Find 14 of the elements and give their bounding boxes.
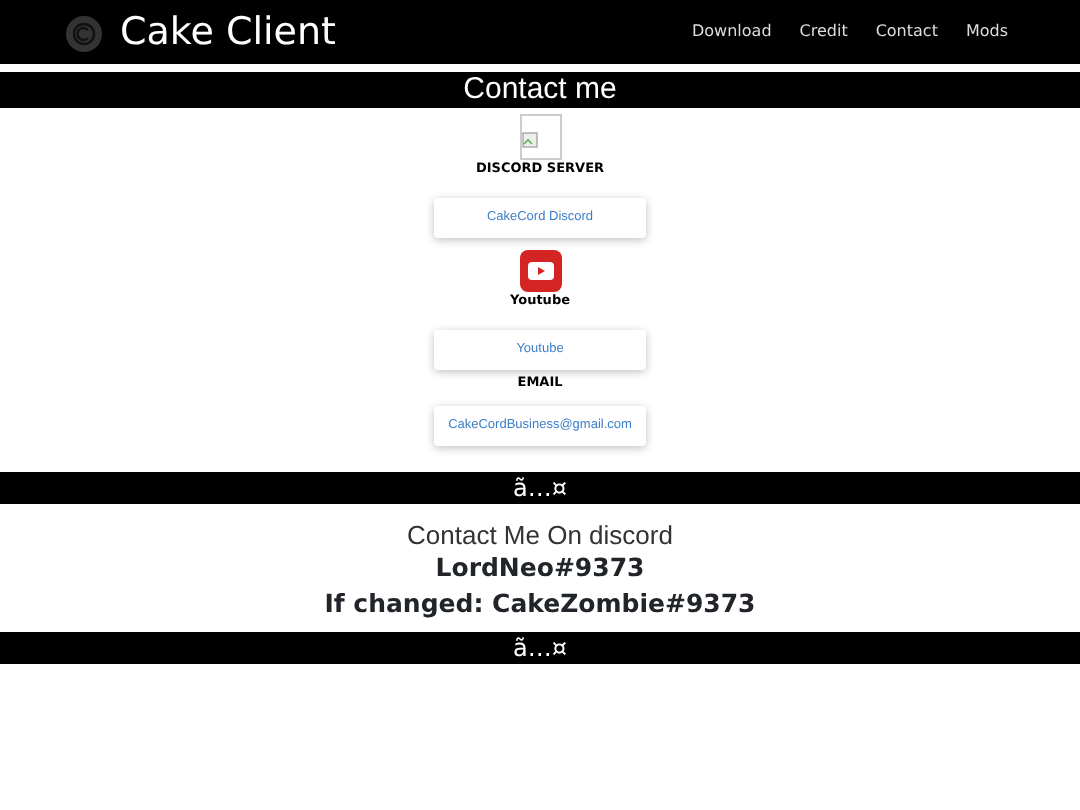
divider-text: ã…¤ bbox=[0, 632, 1080, 665]
divider-text: ã…¤ bbox=[0, 472, 1080, 505]
page-heading: Contact me bbox=[0, 72, 1080, 108]
broken-image-icon bbox=[519, 114, 561, 160]
alternate-tag: If changed: CakeZombie#9373 bbox=[0, 586, 1080, 623]
logo-icon[interactable] bbox=[64, 12, 104, 52]
nav-link[interactable]: Contact bbox=[875, 20, 938, 44]
nav-link[interactable]: Credit bbox=[799, 20, 848, 44]
youtube-icon bbox=[519, 249, 561, 292]
contact-intro: Contact Me On discord bbox=[405, 522, 675, 551]
nav-link[interactable]: Mods bbox=[965, 20, 1008, 44]
discord-tag: LordNeo#9373 bbox=[0, 550, 1080, 587]
brand-title[interactable]: Cake Client bbox=[120, 3, 336, 61]
nav-link[interactable]: Download bbox=[692, 20, 772, 44]
